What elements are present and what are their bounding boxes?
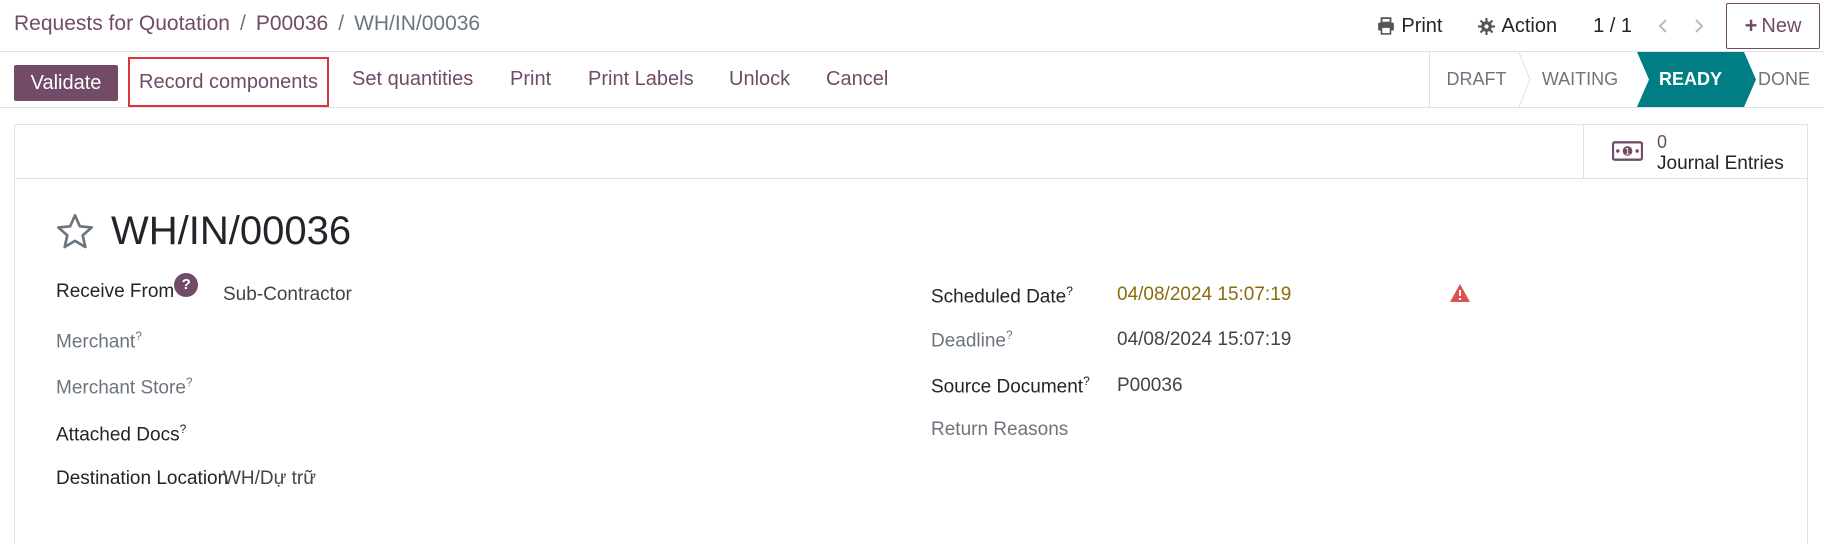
print-button[interactable]: Print [510,68,551,91]
action-menu-label: Action [1501,14,1558,37]
chevron-left-icon [1658,19,1667,33]
status-stage-waiting[interactable]: Waiting [1523,52,1637,107]
source-document-value[interactable]: P00036 [1117,375,1183,397]
attached-docs-label: Attached Docs? [56,422,186,446]
deadline-label: Deadline? [931,328,1013,352]
destination-location-value[interactable]: WH/Dự trữ [223,468,316,490]
pager-next-button[interactable] [1690,16,1708,36]
gear-icon [1478,17,1496,35]
status-bar: Draft Waiting Ready Done [1429,52,1824,107]
journal-entries-smart-button[interactable]: 1 0 Journal Entries [1583,125,1807,179]
breadcrumb: Requests for Quotation / P00036 / WH/IN/… [14,12,480,36]
destination-location-label: Destination Location [56,468,229,489]
help-tooltip-marker[interactable]: ? [1006,328,1013,342]
new-record-label: New [1761,14,1802,37]
scheduled-date-value[interactable]: 04/08/2024 15:07:19 [1117,284,1291,306]
merchant-label-text: Merchant [56,331,136,353]
help-tooltip-marker[interactable]: ? [180,422,187,436]
scheduled-date-label-text: Scheduled Date [931,286,1067,308]
merchant-label: Merchant? [56,329,142,353]
deadline-value[interactable]: 04/08/2024 15:07:19 [1117,329,1291,351]
smart-button-box: 1 0 Journal Entries [15,125,1807,179]
source-document-label-text: Source Document [931,376,1084,398]
print-menu-label: Print [1401,14,1443,37]
cancel-button[interactable]: Cancel [826,68,888,91]
title-row: WH/IN/00036 [55,209,351,254]
status-stage-draft[interactable]: Draft [1430,52,1531,107]
plus-icon: + [1744,13,1758,38]
printer-icon [1378,17,1395,35]
star-icon[interactable] [55,212,95,252]
unlock-button[interactable]: Unlock [729,68,790,91]
record-title: WH/IN/00036 [111,209,352,253]
journal-entries-count: 0 [1657,132,1668,152]
chevron-right-icon [1695,19,1704,33]
validate-button[interactable]: Validate [14,65,118,101]
help-tooltip-marker[interactable]: ? [1083,374,1090,388]
money-icon: 1 [1612,141,1643,161]
new-record-button[interactable]: + New [1726,3,1820,49]
scheduled-date-label: Scheduled Date? [931,284,1073,308]
help-icon[interactable]: ? [174,273,199,297]
receive-from-label: Receive From? [56,273,199,305]
receive-from-label-text: Receive From [56,281,175,302]
pager-previous-button[interactable] [1654,16,1672,36]
merchant-store-label: Merchant Store? [56,375,193,399]
merchant-store-label-text: Merchant Store [56,377,186,399]
source-document-label: Source Document? [931,374,1090,398]
deadline-label-text: Deadline [931,330,1006,352]
receive-from-value[interactable]: Sub-Contractor [223,284,352,306]
help-tooltip-marker[interactable]: ? [135,329,142,343]
status-stage-label: Ready [1658,69,1722,89]
breadcrumb-rfq[interactable]: Requests for Quotation [14,12,230,36]
print-menu-button[interactable]: Print [1377,15,1442,38]
journal-entries-label: Journal Entries [1657,153,1784,174]
pager-value[interactable]: 1 / 1 [1593,15,1632,38]
breadcrumb-separator: / [239,12,246,35]
status-stage-label: Done [1757,69,1810,89]
top-actions: Print Action 1 / 1 + New [1377,0,1824,52]
status-stage-label: Draft [1446,69,1507,89]
form-sheet: 1 0 Journal Entries WH/IN/00036 Receive … [14,124,1808,544]
breadcrumb-current: WH/IN/00036 [354,12,481,35]
top-bar: Requests for Quotation / P00036 / WH/IN/… [0,0,1824,52]
svg-text:1: 1 [1625,147,1631,157]
return-reasons-label: Return Reasons [931,419,1069,440]
control-bar: Validate Record components Set quantitie… [0,52,1824,108]
breadcrumb-separator: / [338,12,345,35]
status-stage-done[interactable]: Done [1744,52,1824,107]
set-quantities-button[interactable]: Set quantities [352,68,473,91]
action-menu-button[interactable]: Action [1478,15,1557,38]
warning-triangle-icon [1450,284,1470,302]
status-stage-label: Waiting [1541,69,1619,89]
help-tooltip-marker[interactable]: ? [1066,284,1073,298]
attached-docs-label-text: Attached Docs [56,424,180,446]
help-tooltip-marker[interactable]: ? [186,375,193,389]
breadcrumb-po[interactable]: P00036 [256,12,328,36]
record-components-button[interactable]: Record components [128,57,329,107]
print-labels-button[interactable]: Print Labels [588,68,694,91]
stage-separator-icon [1519,52,1531,107]
status-stage-ready[interactable]: Ready [1637,52,1756,107]
